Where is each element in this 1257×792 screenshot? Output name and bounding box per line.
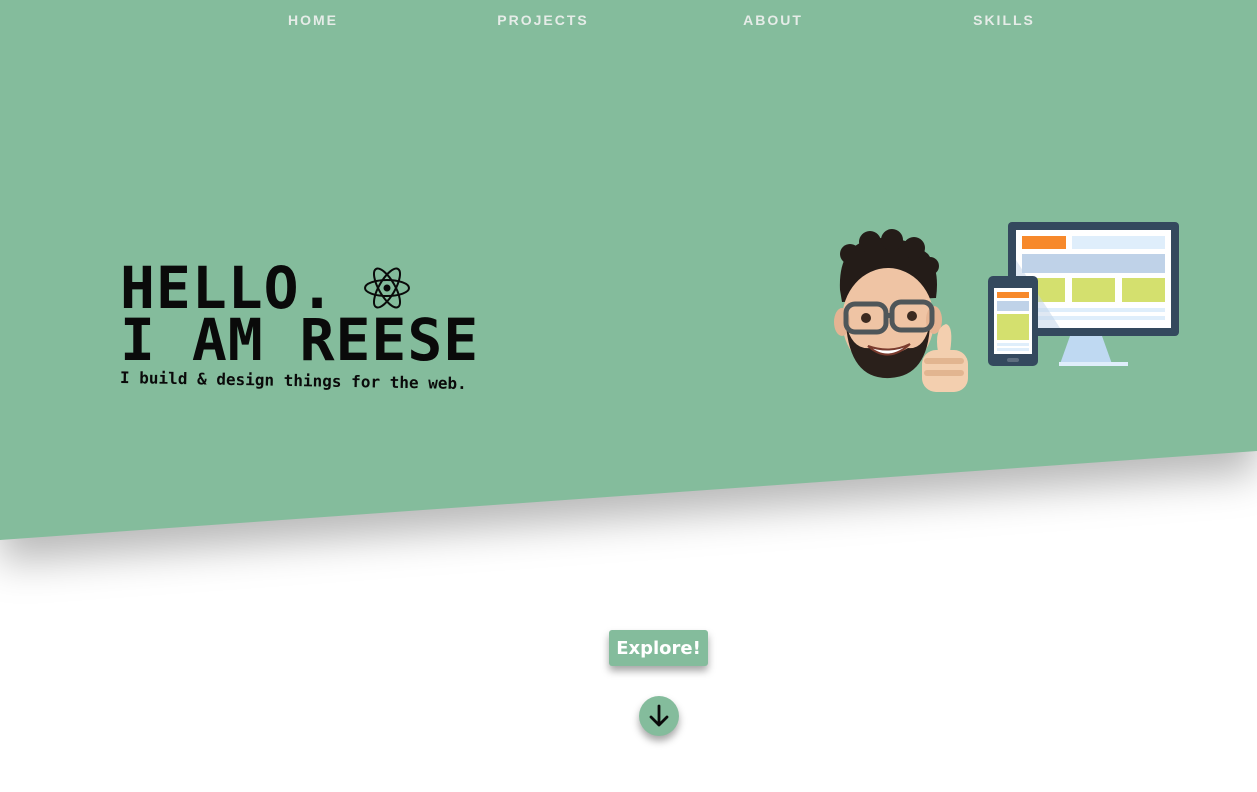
top-nav: HOME PROJECTS ABOUT SKILLS: [0, 0, 1257, 40]
memoji-devices-illustration: [834, 222, 1179, 392]
nav-projects-link[interactable]: PROJECTS: [497, 12, 588, 28]
arrow-down-icon: [649, 704, 669, 727]
hero-intro: HELLO. I AM REESE I build & design thing…: [120, 259, 580, 393]
phone-icon: [988, 276, 1038, 366]
nav-about-link[interactable]: ABOUT: [743, 12, 803, 28]
nav-home-link[interactable]: HOME: [288, 12, 338, 28]
name-heading: I AM REESE: [120, 306, 480, 374]
nav-skills-link[interactable]: SKILLS: [973, 12, 1035, 28]
scroll-down-button[interactable]: [639, 696, 679, 736]
explore-button[interactable]: Explore!: [609, 630, 708, 666]
